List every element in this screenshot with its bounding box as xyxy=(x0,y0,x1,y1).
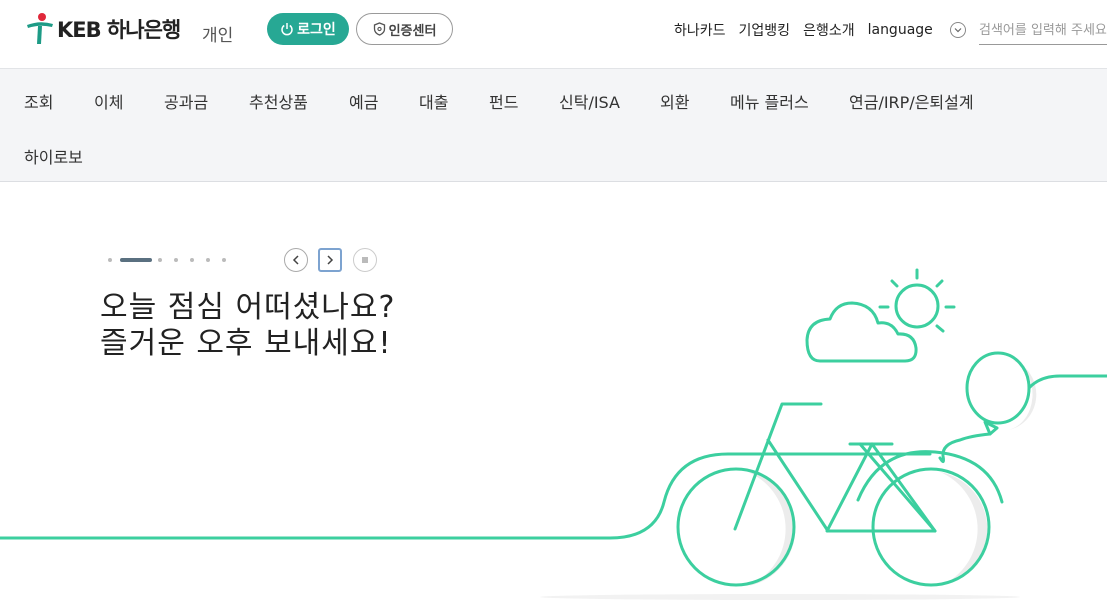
hana-logo-icon xyxy=(27,13,53,44)
front-fork xyxy=(870,442,937,533)
nav-item-transfer[interactable]: 이체 xyxy=(94,89,123,113)
certificate-center-label: 인증센터 xyxy=(388,23,437,39)
language-selector[interactable]: language xyxy=(868,22,979,38)
bicycle-frame xyxy=(733,402,937,533)
balloon-icon xyxy=(965,351,1031,425)
chevron-down-icon xyxy=(949,22,966,38)
hero-banner: 오늘 점심 어떠셨나요? 즐거운 오후 보내세요! xyxy=(0,182,1107,604)
cloud-icon xyxy=(805,301,918,363)
login-button[interactable]: 로그인 xyxy=(267,13,349,45)
nav-item-trust-isa[interactable]: 신탁/ISA xyxy=(559,89,620,113)
utility-links: 하나카드 기업뱅킹 은행소개 language xyxy=(674,20,992,40)
nav-item-hirobo[interactable]: 하이로보 xyxy=(24,144,83,168)
logo-text: KEB 하나은행 xyxy=(57,18,181,42)
power-icon xyxy=(281,23,293,36)
login-label: 로그인 xyxy=(297,22,336,38)
link-bank-intro[interactable]: 은행소개 xyxy=(803,20,855,40)
link-hana-card[interactable]: 하나카드 xyxy=(674,20,726,40)
illustration-shadow xyxy=(540,594,1020,600)
tail-line xyxy=(1027,374,1107,390)
nav-item-pension[interactable]: 연금/IRP/은퇴설계 xyxy=(849,89,974,113)
top-header: KEB 하나은행 개인 로그인 인증센터 하나카드 기업뱅킹 은행소개 lang… xyxy=(0,0,1107,68)
wheel-shadow xyxy=(748,472,796,586)
nav-item-utility-bills[interactable]: 공과금 xyxy=(164,89,208,113)
nav-item-deposit[interactable]: 예금 xyxy=(349,89,378,113)
nav-item-inquiry[interactable]: 조회 xyxy=(24,89,53,113)
search-input[interactable] xyxy=(979,17,1107,45)
wheel-shadow xyxy=(940,472,988,586)
nav-item-fund[interactable]: 펀드 xyxy=(489,89,518,113)
language-label: language xyxy=(867,22,933,38)
sun-icon xyxy=(894,283,940,329)
personal-label: 개인 xyxy=(202,26,234,46)
bank-logo[interactable]: KEB 하나은행 xyxy=(25,12,181,46)
sun-rays xyxy=(878,268,956,333)
nav-item-menu-plus[interactable]: 메뉴 플러스 xyxy=(730,89,809,113)
nav-item-loan[interactable]: 대출 xyxy=(419,89,448,113)
link-corporate-banking[interactable]: 기업뱅킹 xyxy=(739,20,791,40)
nav-item-recommended[interactable]: 추천상품 xyxy=(249,89,308,113)
bicycle-illustration xyxy=(0,268,1107,600)
certificate-center-button[interactable]: 인증센터 xyxy=(356,13,453,45)
shield-icon xyxy=(373,22,385,36)
main-navigation: 조회 이체 공과금 추천상품 예금 대출 펀드 신탁/ISA 외환 메뉴 플러스… xyxy=(0,68,1107,182)
nav-item-foreign-exchange[interactable]: 외환 xyxy=(660,89,689,113)
